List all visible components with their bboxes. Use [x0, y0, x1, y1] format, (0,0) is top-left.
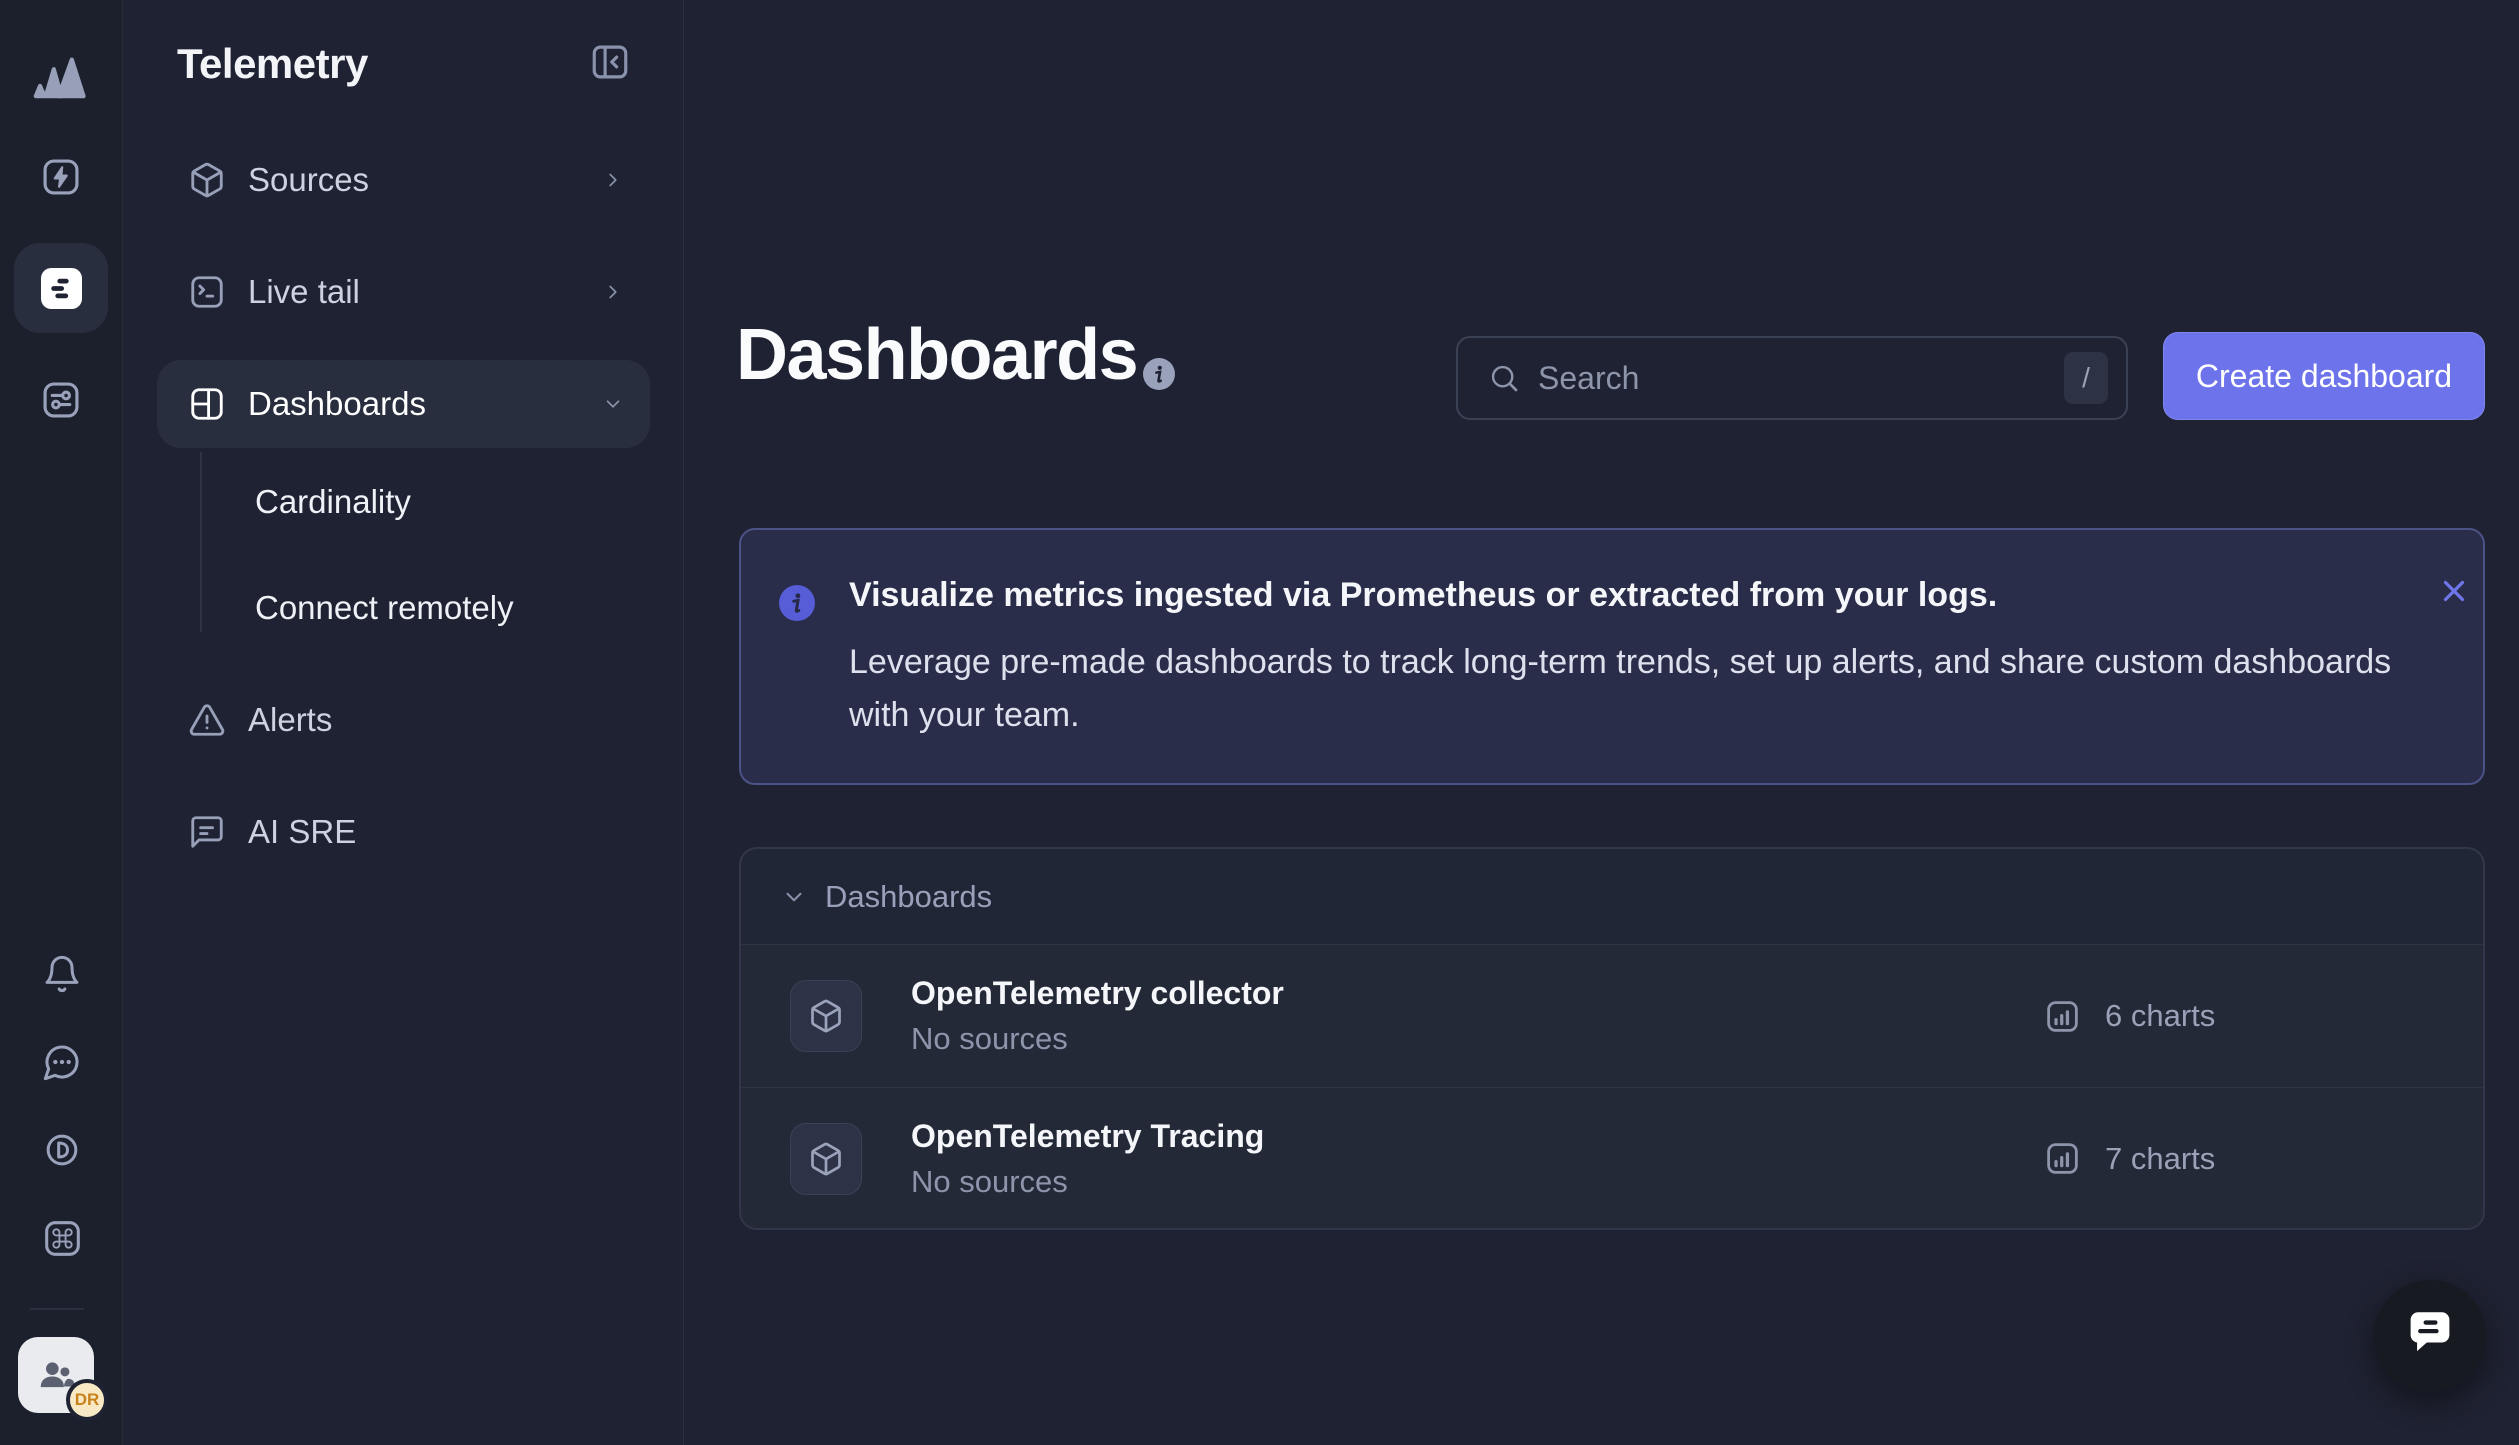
sidebar-item-label: Sources: [248, 161, 369, 199]
sidebar-item-label: Live tail: [248, 273, 360, 311]
icon-rail: DR: [0, 0, 123, 1445]
sidebar-item-alerts[interactable]: Alerts: [157, 676, 650, 764]
sidebar-telemetry: Telemetry Sources Live tail Dashboards C…: [123, 0, 684, 1445]
sidebar-item-cardinality[interactable]: Cardinality: [255, 470, 411, 534]
cube-icon: [188, 161, 226, 199]
dashboards-section-header[interactable]: Dashboards: [741, 849, 2483, 945]
sidebar-item-label: Alerts: [248, 701, 332, 739]
user-avatar[interactable]: DR: [18, 1337, 94, 1413]
user-initials-badge[interactable]: DR: [66, 1379, 108, 1421]
dashboard-row-opentelemetry-tracing[interactable]: OpenTelemetry Tracing No sources 7 chart…: [741, 1087, 2483, 1229]
chevron-right-icon: [602, 281, 624, 303]
sidebar-item-dashboards[interactable]: Dashboards: [157, 360, 650, 448]
dashboard-title: OpenTelemetry collector: [911, 975, 1284, 1012]
cube-icon: [808, 998, 844, 1034]
search-icon: [1488, 362, 1520, 394]
sidebar-item-sources[interactable]: Sources: [157, 136, 650, 224]
telemetry-app: DR Telemetry Sources Live tail Dashboard…: [0, 0, 2519, 1445]
sidebar-item-connect-remotely[interactable]: Connect remotely: [255, 576, 514, 640]
dashboard-title: OpenTelemetry Tracing: [911, 1118, 1264, 1155]
chat-square-icon: [188, 813, 226, 851]
search-shortcut-key: /: [2064, 352, 2108, 404]
logs-icon: [41, 268, 82, 309]
sidebar-title: Telemetry: [177, 40, 368, 88]
search-input[interactable]: [1538, 360, 2064, 397]
support-chat-fab[interactable]: [2374, 1280, 2486, 1392]
quick-actions-icon[interactable]: [39, 155, 83, 199]
dashboard-layout-icon: [188, 385, 226, 423]
alert-triangle-icon: [188, 701, 226, 739]
chart-count-label: 7 charts: [2105, 1141, 2215, 1177]
chevron-down-icon: [781, 884, 807, 910]
dashboard-row-opentelemetry-collector[interactable]: OpenTelemetry collector No sources 6 cha…: [741, 945, 2483, 1087]
dashboard-tile: [790, 1123, 862, 1195]
bar-chart-icon: [2044, 998, 2081, 1035]
pipeline-settings-icon[interactable]: [39, 378, 83, 422]
terminal-icon: [188, 273, 226, 311]
info-banner: Visualize metrics ingested via Prometheu…: [739, 528, 2485, 785]
section-label: Dashboards: [825, 879, 992, 915]
page-title-info-icon[interactable]: [1143, 358, 1175, 390]
theme-contrast-icon[interactable]: [40, 1128, 84, 1172]
banner-close-icon[interactable]: [2435, 572, 2473, 610]
dashboard-sources: No sources: [911, 1164, 1264, 1200]
rail-divider: [30, 1308, 84, 1310]
sidebar-item-ai-sre[interactable]: AI SRE: [157, 788, 650, 876]
collapse-sidebar-icon[interactable]: [589, 41, 631, 83]
notifications-bell-icon[interactable]: [40, 952, 84, 996]
banner-body: Leverage pre-made dashboards to track lo…: [849, 636, 2409, 742]
create-dashboard-button[interactable]: Create dashboard: [2163, 332, 2485, 420]
chevron-down-icon: [602, 393, 624, 415]
page-title: Dashboards: [736, 314, 1137, 396]
chart-count-label: 6 charts: [2105, 998, 2215, 1034]
sidebar-item-live-tail[interactable]: Live tail: [157, 248, 650, 336]
feedback-chat-icon[interactable]: [40, 1040, 84, 1084]
dashboard-tile: [790, 980, 862, 1052]
chat-bubble-icon: [2402, 1308, 2458, 1364]
command-menu-icon[interactable]: [40, 1216, 84, 1260]
main-content: Dashboards / Create dashboard Visualize …: [684, 0, 2519, 1445]
dashboard-sources: No sources: [911, 1021, 1284, 1057]
chart-count: 6 charts: [2044, 998, 2215, 1035]
search-bar[interactable]: /: [1456, 336, 2128, 420]
cube-icon: [808, 1141, 844, 1177]
chart-count: 7 charts: [2044, 1140, 2215, 1177]
chevron-right-icon: [602, 169, 624, 191]
bar-chart-icon: [2044, 1140, 2081, 1177]
sidebar-item-label: Dashboards: [248, 385, 426, 423]
rail-item-telemetry-active[interactable]: [14, 243, 108, 333]
info-icon: [779, 585, 815, 621]
mezmo-logo-icon[interactable]: [31, 52, 91, 102]
subnav-tree-line: [200, 452, 202, 632]
dashboards-list-card: Dashboards OpenTelemetry collector No so…: [739, 847, 2485, 1230]
sidebar-item-label: AI SRE: [248, 813, 356, 851]
banner-title: Visualize metrics ingested via Prometheu…: [849, 576, 1997, 615]
